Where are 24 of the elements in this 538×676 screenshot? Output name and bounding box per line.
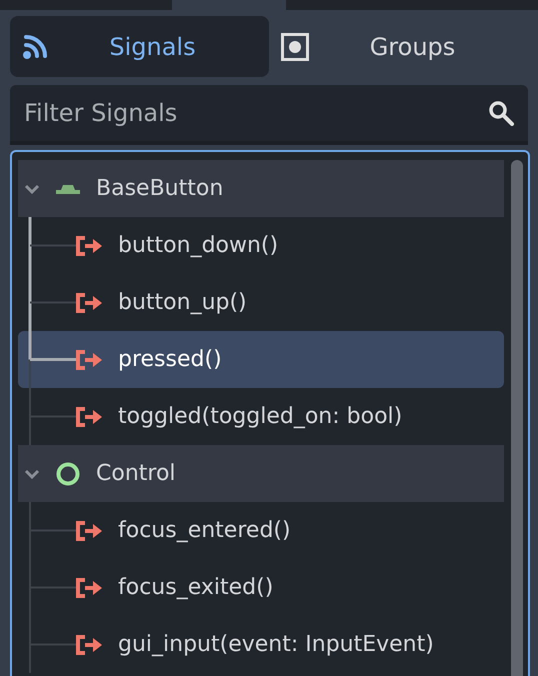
scrollbar-thumb[interactable] xyxy=(511,160,523,676)
signal-item[interactable]: button_down() xyxy=(18,217,504,274)
tab[interactable]: Groups xyxy=(269,16,528,77)
signal-item[interactable]: focus_exited() xyxy=(18,559,504,616)
signal-icon xyxy=(22,34,48,60)
signal-item[interactable]: gui_input(event: InputEvent) xyxy=(18,616,504,673)
circle-icon xyxy=(56,462,80,486)
signal-out-icon xyxy=(76,406,104,426)
button-icon xyxy=(56,184,80,194)
signal-out-icon xyxy=(76,634,104,654)
tree-group-row[interactable]: Control xyxy=(18,445,504,502)
signal-item[interactable]: focus_entered() xyxy=(18,502,504,559)
search-icon xyxy=(488,100,514,126)
signal-out-icon xyxy=(76,236,104,256)
signal-out-icon xyxy=(76,350,104,370)
signal-item[interactable]: pressed() xyxy=(18,331,504,388)
signal-out-icon xyxy=(76,292,104,312)
filter-field[interactable]: Filter Signals xyxy=(10,85,528,145)
signal-item[interactable]: toggled(toggled_on: bool) xyxy=(18,388,504,445)
signal-item[interactable]: button_up() xyxy=(18,274,504,331)
tree-group-row[interactable]: BaseButton xyxy=(18,160,504,217)
signal-out-icon xyxy=(76,520,104,540)
tab[interactable]: Signals xyxy=(10,16,269,77)
signal-out-icon xyxy=(76,578,104,598)
